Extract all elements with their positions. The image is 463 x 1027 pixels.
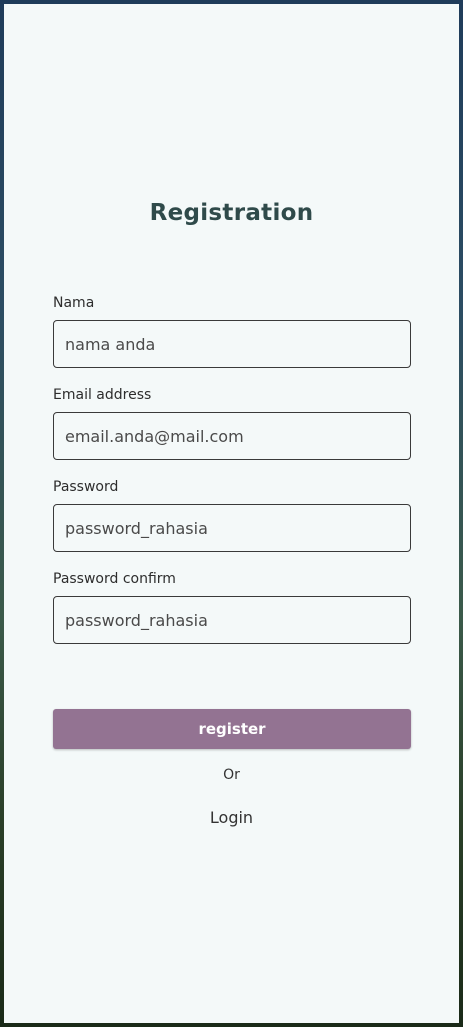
register-button[interactable]: register bbox=[53, 709, 411, 749]
password-confirm-label: Password confirm bbox=[53, 571, 176, 587]
name-field[interactable] bbox=[53, 320, 411, 368]
email-label: Email address bbox=[53, 387, 152, 403]
password-confirm-field[interactable] bbox=[53, 596, 411, 644]
login-link[interactable]: Login bbox=[4, 808, 459, 827]
password-label: Password bbox=[53, 479, 119, 495]
name-label: Nama bbox=[53, 295, 95, 311]
or-separator: Or bbox=[223, 767, 240, 783]
email-field[interactable] bbox=[53, 412, 411, 460]
password-field[interactable] bbox=[53, 504, 411, 552]
page-title: Registration bbox=[149, 200, 314, 226]
registration-panel: Registration Nama Email address Password… bbox=[4, 4, 459, 1023]
